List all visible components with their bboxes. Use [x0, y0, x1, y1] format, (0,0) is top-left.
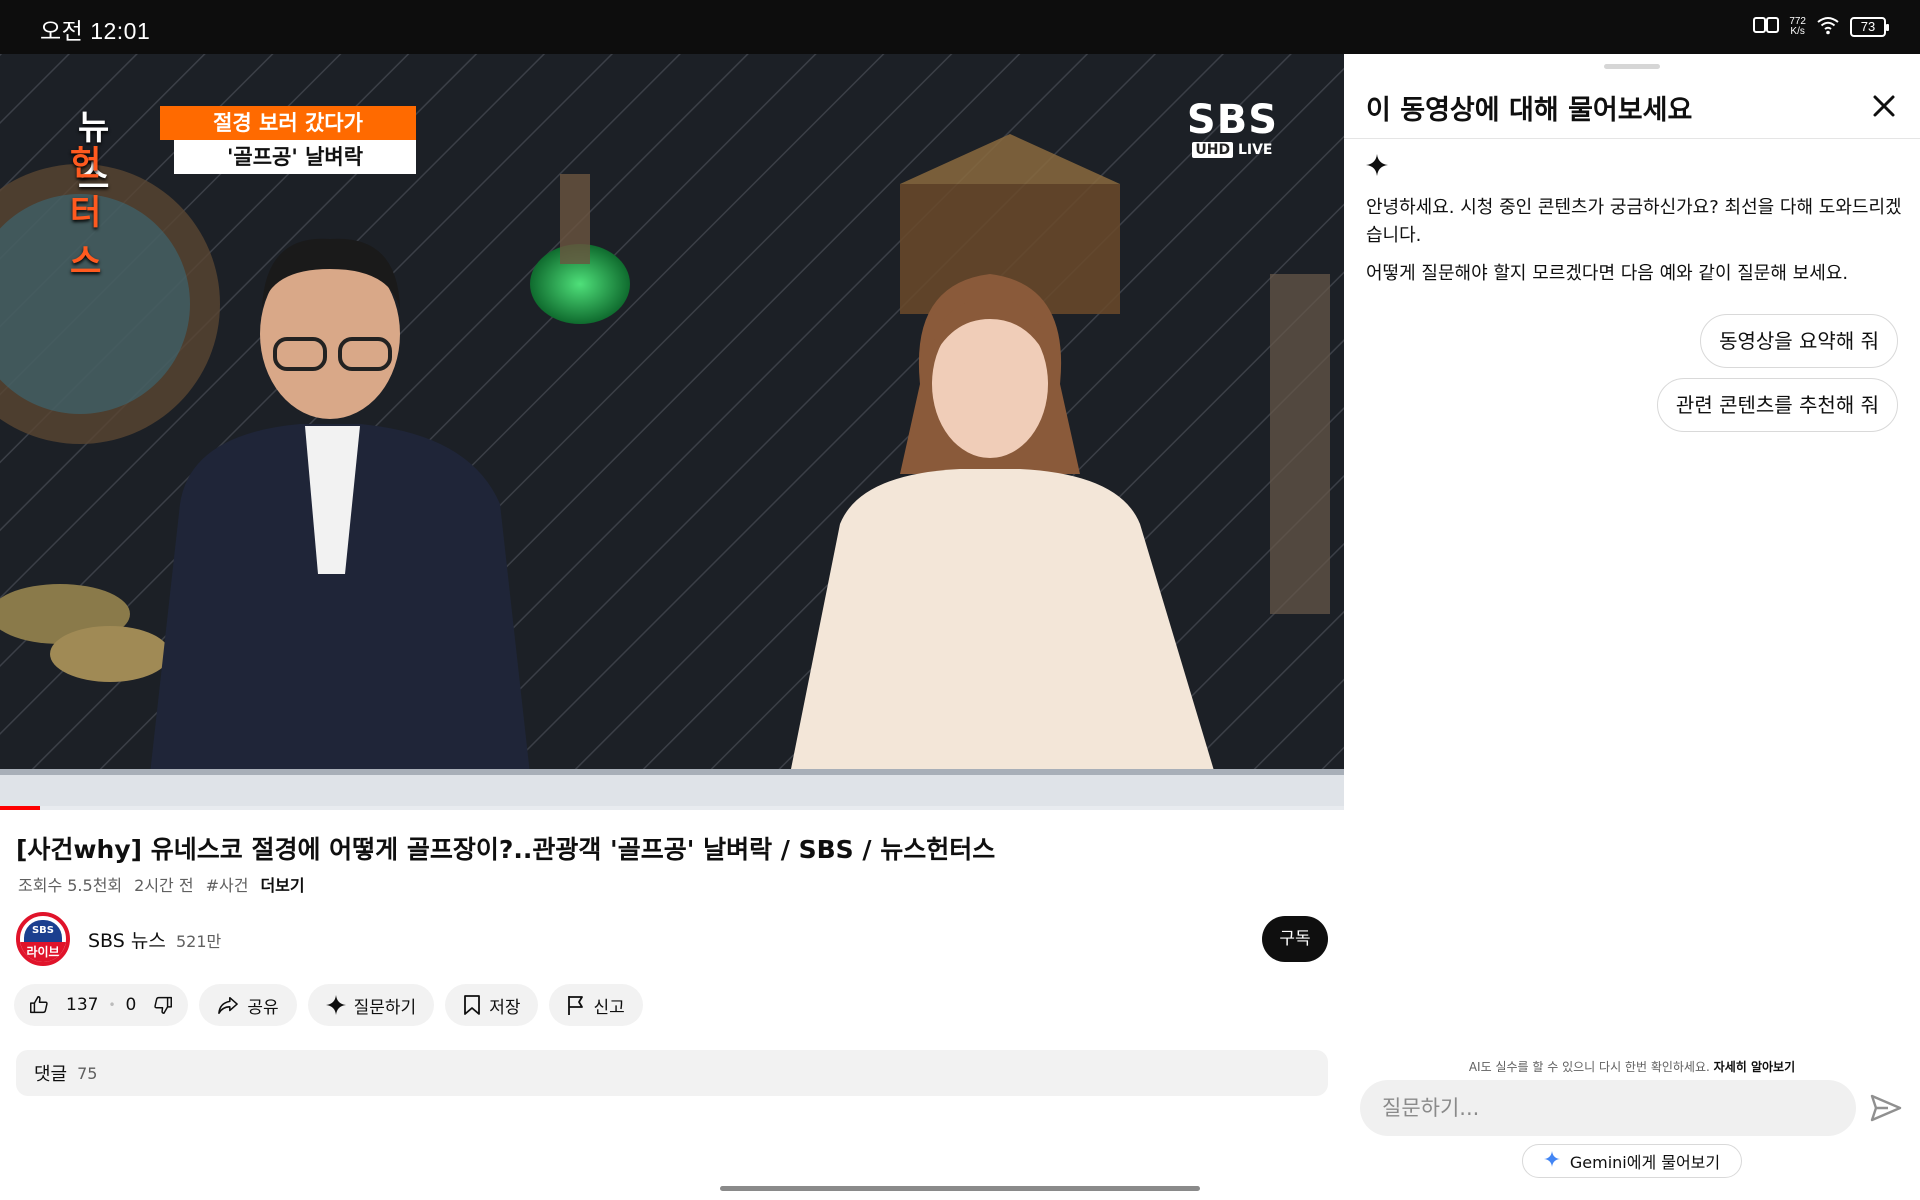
ask-button[interactable]: 질문하기 — [307, 984, 435, 1026]
video-progress-fill — [0, 806, 41, 810]
save-label: 저장 — [489, 997, 521, 1018]
status-time: 오전 12:01 — [40, 18, 151, 44]
avatar-bottom-text: 라이브 — [20, 942, 66, 962]
dislike-count[interactable]: 0 — [126, 995, 137, 1015]
assistant-greeting: 안녕하세요. 시청 중인 콘텐츠가 궁금하신가요? 최선을 다해 도와드리겠습니… — [1366, 197, 1902, 246]
channel-row: SBS 라이브 SBS 뉴스 521만 구독 — [16, 912, 1328, 968]
more-link[interactable]: 더보기 — [260, 872, 304, 896]
logo-text: SBS — [1186, 97, 1278, 143]
hashtag-link[interactable]: #사건 — [206, 872, 249, 896]
ask-label: 질문하기 — [353, 997, 417, 1018]
like-count[interactable]: 137 — [66, 995, 98, 1015]
suggestion-summarize[interactable]: 동영상을 요약해 줘 — [1700, 314, 1898, 368]
gemini-icon — [1543, 1151, 1560, 1171]
subscribe-button[interactable]: 구독 — [1262, 916, 1328, 962]
close-button[interactable] — [1866, 88, 1902, 124]
ask-gemini-button[interactable]: Gemini에게 물어보기 — [1522, 1144, 1742, 1178]
share-label: 공유 — [247, 997, 279, 1018]
question-input[interactable] — [1360, 1080, 1856, 1136]
view-count: 조회수 5.5천회 — [18, 876, 123, 895]
bookmark-icon — [463, 994, 481, 1016]
share-button[interactable]: 공유 — [199, 984, 297, 1026]
status-bar: 오전 12:01 772 K/s 73 — [0, 0, 1920, 54]
thumbs-down-icon[interactable] — [152, 994, 174, 1016]
comments-section[interactable]: 댓글 75 — [16, 1050, 1328, 1096]
avatar-top-text: SBS — [24, 920, 62, 942]
subscriber-count: 521만 — [176, 932, 222, 951]
badge-word-2: 헌터스 — [70, 144, 102, 282]
close-icon — [1866, 95, 1902, 128]
comments-count: 75 — [77, 1063, 98, 1083]
badge-subtitle: '골프공' 날벼락 — [174, 140, 416, 174]
assistant-hint: 어떻게 질문해야 할지 모르겠다면 다음 예와 같이 질문해 보세요. — [1366, 263, 1849, 284]
thumbs-up-icon[interactable] — [28, 994, 50, 1016]
disclaimer-text: AI도 실수를 할 수 있으니 다시 한번 확인하세요. — [1468, 1060, 1710, 1074]
learn-more-link[interactable]: 자세히 알아보기 — [1714, 1060, 1795, 1074]
send-button[interactable] — [1866, 1088, 1906, 1128]
logo-uhd: UHD — [1192, 142, 1234, 158]
logo-live: LIVE — [1237, 142, 1273, 158]
wifi-icon — [1816, 15, 1840, 39]
broadcaster-logo: SBS UHD LIVE — [1187, 100, 1278, 158]
panel-divider — [1344, 138, 1920, 139]
battery-icon: 73 — [1850, 17, 1889, 37]
network-speed-unit: K/s — [1790, 26, 1805, 37]
badge-tag: 절경 보러 갔다가 — [160, 106, 416, 140]
like-dislike-group: 137 • 0 — [14, 984, 189, 1026]
panel-title: 이 동영상에 대해 물어보세요 — [1366, 95, 1693, 126]
home-indicator[interactable] — [720, 1186, 1200, 1191]
report-button[interactable]: 신고 — [549, 984, 643, 1026]
video-progress-bar[interactable] — [0, 806, 1344, 810]
sparkle-icon — [1366, 154, 1388, 180]
separator: • — [108, 998, 116, 1012]
network-speed: 772 K/s — [1789, 17, 1806, 37]
ask-panel: 이 동영상에 대해 물어보세요 안녕하세요. 시청 중인 콘텐츠가 궁금하신가요… — [1344, 54, 1920, 1200]
channel-avatar[interactable]: SBS 라이브 — [16, 912, 70, 966]
upload-time: 2시간 전 — [134, 876, 194, 895]
video-meta[interactable]: 조회수 5.5천회 2시간 전 #사건 더보기 — [18, 872, 305, 896]
gemini-label: Gemini에게 물어보기 — [1569, 1153, 1721, 1172]
video-player[interactable]: 뉴스 헌터스 절경 보러 갔다가 '골프공' 날벼락 SBS UHD LIVE — [0, 54, 1344, 810]
action-row: 137 • 0 공유 질문하기 저장 신고 — [14, 984, 643, 1026]
share-icon — [217, 995, 239, 1015]
drag-handle[interactable] — [1604, 64, 1660, 69]
status-icons: 772 K/s 73 — [1753, 12, 1889, 42]
report-label: 신고 — [593, 997, 625, 1018]
ai-disclaimer: AI도 실수를 할 수 있으니 다시 한번 확인하세요. 자세히 알아보기 — [1344, 1058, 1920, 1075]
logo-sub: UHD LIVE — [1187, 142, 1278, 158]
save-button[interactable]: 저장 — [445, 984, 539, 1026]
comments-label: 댓글 — [34, 1064, 68, 1085]
flag-icon — [567, 994, 585, 1016]
suggestion-recommend[interactable]: 관련 콘텐츠를 추천해 줘 — [1656, 378, 1898, 432]
channel-name[interactable]: SBS 뉴스 — [88, 926, 166, 953]
reader-mode-icon — [1753, 16, 1780, 38]
send-icon — [1866, 1094, 1906, 1132]
video-title: [사건why] 유네스코 절경에 어떻게 골프장이?..관광객 '골프공' 날벼… — [16, 835, 996, 864]
sparkle-icon — [325, 995, 346, 1015]
